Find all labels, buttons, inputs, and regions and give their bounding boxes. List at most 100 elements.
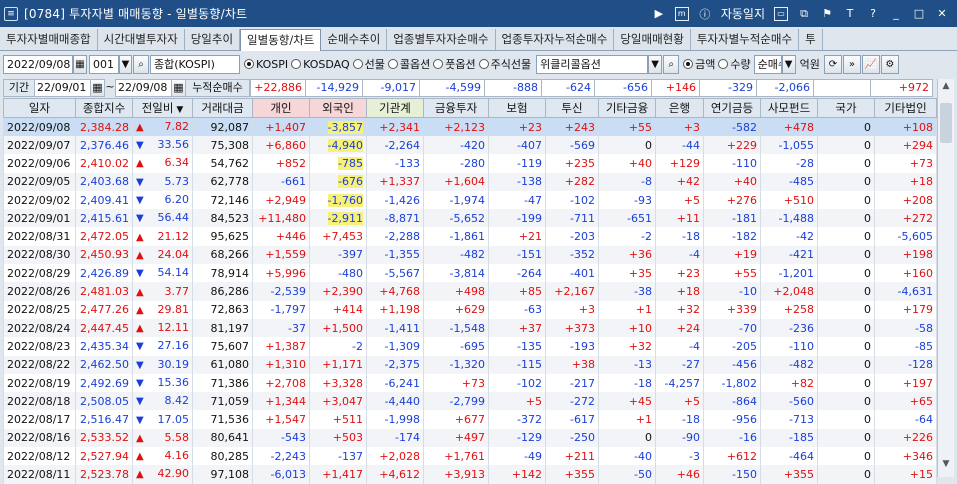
- link-icon[interactable]: ⧉: [797, 7, 811, 21]
- table-row[interactable]: 2022/09/062,410.02 6.3454,762+852 -785-133…: [3, 154, 937, 173]
- info-icon[interactable]: ⓘ: [698, 7, 712, 21]
- date-input[interactable]: 2022/09/08: [3, 54, 73, 74]
- column-header[interactable]: 기타금융: [598, 98, 656, 118]
- column-header[interactable]: 국가: [817, 98, 875, 118]
- close-icon[interactable]: ✕: [935, 7, 949, 21]
- radio-dot-icon[interactable]: [683, 59, 694, 69]
- font-size-icon[interactable]: T: [843, 7, 857, 21]
- search-icon[interactable]: ⌕: [663, 54, 680, 74]
- column-header[interactable]: 은행: [655, 98, 704, 118]
- tab-1[interactable]: 시간대별투자자: [97, 29, 185, 50]
- radio-unit_radios-0[interactable]: 금액: [683, 56, 715, 72]
- search-icon[interactable]: ⌕: [133, 54, 149, 74]
- table-row[interactable]: 2022/08/222,462.50 30.1961,080+1,310+1,17…: [3, 355, 937, 374]
- option-select[interactable]: 위클리콜옵션: [536, 54, 649, 74]
- table-row[interactable]: 2022/09/072,376.46 33.5675,308+6,860 -4,94…: [3, 136, 937, 155]
- table-row[interactable]: 2022/08/242,447.4512.1181,197-37+1,500-1…: [3, 318, 937, 338]
- table-row[interactable]: 2022/08/252,477.2629.8172,863-1,797+414+…: [3, 300, 937, 319]
- code-input[interactable]: 001: [89, 54, 119, 74]
- radio-dot-icon[interactable]: [291, 59, 302, 69]
- table-row[interactable]: 2022/08/302,450.9324.0468,266+1,559-397-…: [3, 245, 937, 265]
- chevron-down-icon[interactable]: ▼: [781, 54, 796, 74]
- column-header[interactable]: 사모펀드: [760, 98, 818, 118]
- maximize-icon[interactable]: □: [912, 7, 926, 21]
- calendar-icon[interactable]: ▦: [91, 79, 105, 97]
- table-row[interactable]: 2022/08/312,472.0521.1295,625+446+7,453-…: [3, 227, 937, 246]
- radio-dot-icon[interactable]: [244, 59, 254, 69]
- radio-radios-1[interactable]: KOSDAQ: [291, 56, 350, 72]
- radio-dot-icon[interactable]: [478, 59, 489, 69]
- column-header[interactable]: 기관계: [366, 98, 424, 118]
- period-from-input[interactable]: 22/09/01: [35, 79, 91, 97]
- settings-icon[interactable]: ⚙: [880, 54, 899, 74]
- column-header[interactable]: 투신: [545, 98, 599, 118]
- table-row[interactable]: 2022/09/012,415.61 56.4484,523+11,480 -2,9…: [3, 209, 937, 228]
- table-row[interactable]: 2022/08/182,508.05 8.4271,059+1,344+3,047…: [3, 392, 937, 411]
- autolog-label[interactable]: 자동일지: [721, 5, 765, 22]
- radio-radios-5[interactable]: 주식선물: [478, 56, 531, 72]
- table-row[interactable]: 2022/08/232,435.34 27.1675,607+1,387-2-1,…: [3, 337, 937, 356]
- investor-value-cell: 0: [817, 136, 875, 155]
- radio-radios-4[interactable]: 풋옵션: [433, 56, 476, 72]
- radio-radios-0[interactable]: KOSPI: [244, 56, 288, 72]
- radio-dot-icon[interactable]: [387, 59, 398, 69]
- tab-7[interactable]: 당일매매현황: [614, 29, 691, 50]
- help-icon[interactable]: ?: [866, 7, 880, 21]
- table-row[interactable]: 2022/08/162,533.52 5.5880,641-543+503-174…: [3, 428, 937, 448]
- radio-dot-icon[interactable]: [718, 59, 729, 69]
- table-row[interactable]: 2022/08/262,481.03 3.7786,286-2,539+2,390…: [3, 282, 937, 301]
- play-icon[interactable]: ▶: [652, 7, 666, 21]
- calendar-icon[interactable]: ▦: [172, 79, 186, 97]
- investor-value-cell: +65: [874, 392, 937, 411]
- scroll-down-icon[interactable]: ▼: [938, 459, 954, 475]
- column-header[interactable]: 전일비 ▼: [132, 98, 193, 118]
- pin-icon[interactable]: ⚑: [820, 7, 834, 21]
- next-icon[interactable]: »: [842, 54, 861, 74]
- window-copy-icon[interactable]: ▭: [774, 6, 788, 21]
- scroll-up-icon[interactable]: ▲: [938, 81, 954, 97]
- column-header[interactable]: 연기금등: [703, 98, 761, 118]
- radio-unit_radios-1[interactable]: 수량: [718, 56, 751, 72]
- chevron-down-icon[interactable]: ▼: [648, 54, 663, 74]
- chart-icon[interactable]: 📈: [861, 54, 880, 74]
- chevron-down-icon[interactable]: ▼: [173, 105, 183, 115]
- tab-3[interactable]: 일별동향/차트: [240, 29, 322, 51]
- table-row[interactable]: 2022/08/292,426.8954.1478,914+5,996-480-…: [3, 264, 937, 283]
- change-cell: 3.77: [132, 282, 193, 301]
- tab-4[interactable]: 순매수추이: [321, 29, 388, 50]
- scroll-thumb[interactable]: [940, 103, 952, 143]
- column-header[interactable]: 외국인: [309, 98, 367, 118]
- table-row[interactable]: 2022/09/022,409.41 6.2072,146+2,949 -1,760…: [3, 190, 937, 210]
- tab-0[interactable]: 투자자별매매종합: [0, 29, 98, 50]
- table-row[interactable]: 2022/08/122,527.944.1680,285-2,243-137+2…: [3, 447, 937, 466]
- table-row[interactable]: 2022/08/172,516.4717.0571,536+1,547+511-…: [3, 410, 937, 429]
- chevron-down-icon[interactable]: ▼: [119, 54, 132, 74]
- radio-radios-2[interactable]: 선물: [352, 56, 385, 72]
- column-header[interactable]: 보험: [488, 98, 546, 118]
- tab-8[interactable]: 투자자별누적순매수: [690, 29, 800, 50]
- column-header[interactable]: 개인: [252, 98, 310, 118]
- column-header[interactable]: 거래대금: [192, 98, 253, 118]
- radio-dot-icon[interactable]: [352, 59, 363, 69]
- tab-6[interactable]: 업종투자자누적순매수: [495, 29, 615, 50]
- table-row[interactable]: 2022/09/052,403.68 5.7362,778-661 -676+1,3…: [3, 172, 937, 191]
- radio-radios-3[interactable]: 콜옵션: [387, 56, 430, 72]
- column-header[interactable]: 금융투자: [423, 98, 489, 118]
- tab-9[interactable]: 투: [799, 29, 823, 50]
- column-header[interactable]: 일자: [3, 98, 76, 118]
- column-header[interactable]: 기타법인: [874, 98, 937, 118]
- sort-select[interactable]: 순매수: [753, 54, 782, 74]
- memo-icon[interactable]: m: [674, 6, 689, 21]
- vertical-scrollbar[interactable]: ▲ ▼: [937, 79, 954, 477]
- column-header[interactable]: 종합지수: [75, 98, 133, 118]
- table-row[interactable]: 2022/09/082,384.28 7.8292,087+1,407 -3,857…: [3, 117, 937, 136]
- tab-5[interactable]: 업종별투자자순매수: [387, 29, 496, 50]
- table-row[interactable]: 2022/08/192,492.69 15.3671,386+2,708+3,32…: [3, 373, 937, 393]
- table-row[interactable]: 2022/08/112,523.78 42.9097,108-6,013+1,41…: [3, 465, 937, 484]
- period-to-input[interactable]: 22/09/08: [115, 79, 172, 97]
- minimize-icon[interactable]: _: [889, 7, 903, 21]
- tab-2[interactable]: 당일추이: [184, 29, 241, 50]
- refresh-icon[interactable]: ⟳: [823, 54, 842, 74]
- radio-dot-icon[interactable]: [433, 59, 444, 69]
- calendar-icon[interactable]: ▦: [73, 54, 87, 74]
